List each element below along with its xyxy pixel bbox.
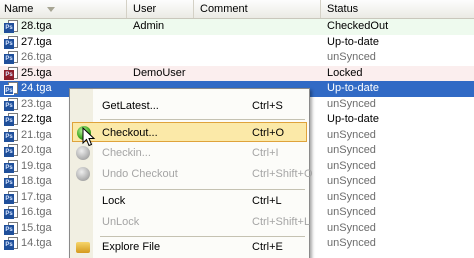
menu-item-label: Checkout...	[102, 127, 158, 139]
column-header: Name User Comment Status	[0, 0, 474, 19]
menu-item-explore-file[interactable]: Explore File Ctrl+E	[72, 237, 307, 257]
file-name: 25.tga	[21, 66, 52, 79]
photoshop-file-icon: Ps	[4, 113, 19, 127]
photoshop-file-icon: Ps	[4, 221, 19, 236]
file-row[interactable]: Ps 28.tga Admin CheckedOut	[0, 19, 474, 35]
mouse-cursor-icon	[82, 127, 96, 147]
file-status: unSynced	[327, 190, 376, 203]
file-name: 23.tga	[21, 97, 52, 110]
menu-item-shortcut: Ctrl+O	[252, 127, 285, 139]
file-status: Up-to-date	[327, 113, 379, 125]
menu-separator	[100, 189, 305, 190]
file-status: unSynced	[327, 97, 376, 110]
file-status: unSynced	[327, 175, 376, 187]
menu-item-unlock[interactable]: UnLock Ctrl+Shift+L	[72, 212, 311, 232]
file-name: 26.tga	[21, 51, 52, 63]
file-name: 28.tga	[21, 20, 52, 32]
menu-item-label: Checkin...	[102, 147, 151, 159]
file-name: 27.tga	[21, 35, 52, 48]
column-header-comment[interactable]: Comment	[194, 0, 321, 18]
photoshop-file-icon: Ps	[4, 159, 19, 174]
menu-item-label: UnLock	[102, 216, 140, 228]
file-status: unSynced	[327, 128, 376, 141]
file-row[interactable]: Ps 27.tga Up-to-date	[0, 35, 474, 51]
menu-item-undo-checkout[interactable]: Undo Checkout Ctrl+Shift+O	[72, 164, 313, 184]
menu-item-shortcut: Ctrl+I	[252, 147, 279, 159]
file-name: 14.tga	[21, 237, 52, 249]
photoshop-file-icon: Ps	[4, 35, 19, 50]
menu-item-checkout[interactable]: Checkout... Ctrl+O	[72, 122, 307, 142]
file-status: unSynced	[327, 221, 376, 234]
context-menu: GetLatest... Ctrl+S Checkout... Ctrl+O C…	[69, 88, 313, 258]
menu-item-shortcut: Ctrl+Shift+O	[252, 168, 313, 180]
file-status: unSynced	[327, 237, 376, 249]
file-user: Admin	[133, 20, 165, 32]
file-status: unSynced	[327, 206, 376, 218]
file-row[interactable]: Ps 25.tga DemoUser Locked	[0, 65, 474, 81]
photoshop-file-icon: Ps	[4, 82, 19, 96]
menu-item-lock[interactable]: Lock Ctrl+L	[72, 191, 307, 211]
menu-item-shortcut: Ctrl+E	[252, 241, 283, 253]
menu-item-shortcut: Ctrl+L	[252, 195, 282, 207]
menu-item-getlatest[interactable]: GetLatest... Ctrl+S	[72, 96, 307, 116]
file-status: unSynced	[327, 144, 376, 156]
photoshop-file-icon: Ps	[4, 144, 19, 158]
file-name: 24.tga	[21, 82, 52, 94]
file-name: 15.tga	[21, 221, 52, 234]
file-name: 19.tga	[21, 159, 52, 172]
file-name: 22.tga	[21, 113, 52, 125]
menu-item-shortcut: Ctrl+S	[252, 100, 283, 112]
file-user: DemoUser	[133, 66, 186, 79]
photoshop-file-icon: Ps	[4, 237, 19, 251]
file-name: 16.tga	[21, 206, 52, 218]
sort-arrow-icon	[47, 7, 55, 12]
file-status: Up-to-date	[327, 35, 379, 48]
column-header-name[interactable]: Name	[0, 0, 127, 18]
menu-item-label: GetLatest...	[102, 100, 159, 112]
file-status: unSynced	[327, 159, 376, 172]
file-status: CheckedOut	[327, 20, 389, 32]
file-status: Locked	[327, 66, 363, 79]
file-name: 18.tga	[21, 175, 52, 187]
checkin-grey-icon	[76, 146, 90, 160]
photoshop-file-icon: Ps	[4, 20, 19, 34]
menu-item-label: Explore File	[102, 241, 161, 253]
column-header-user[interactable]: User	[127, 0, 194, 18]
photoshop-file-icon: Ps	[4, 51, 19, 65]
column-header-status[interactable]: Status	[321, 0, 474, 18]
photoshop-file-icon: Ps	[4, 206, 19, 220]
file-status: Up-to-date	[327, 82, 379, 94]
photoshop-file-icon: Ps	[4, 190, 19, 205]
photoshop-file-icon: Ps	[4, 97, 19, 112]
menu-separator	[100, 119, 305, 120]
menu-item-checkin[interactable]: Checkin... Ctrl+I	[72, 143, 307, 163]
file-row[interactable]: Ps 26.tga unSynced	[0, 50, 474, 66]
undo-grey-icon	[76, 167, 90, 181]
photoshop-file-icon: Ps	[4, 175, 19, 189]
file-name: 20.tga	[21, 144, 52, 156]
file-name: 17.tga	[21, 190, 52, 203]
folder-icon	[76, 242, 90, 253]
menu-item-shortcut: Ctrl+Shift+L	[252, 216, 311, 228]
file-status: unSynced	[327, 51, 376, 63]
menu-item-label: Undo Checkout	[102, 168, 178, 180]
menu-item-label: Lock	[102, 195, 126, 207]
photoshop-file-icon: Ps	[4, 66, 19, 81]
photoshop-file-icon: Ps	[4, 128, 19, 143]
file-name: 21.tga	[21, 128, 52, 141]
